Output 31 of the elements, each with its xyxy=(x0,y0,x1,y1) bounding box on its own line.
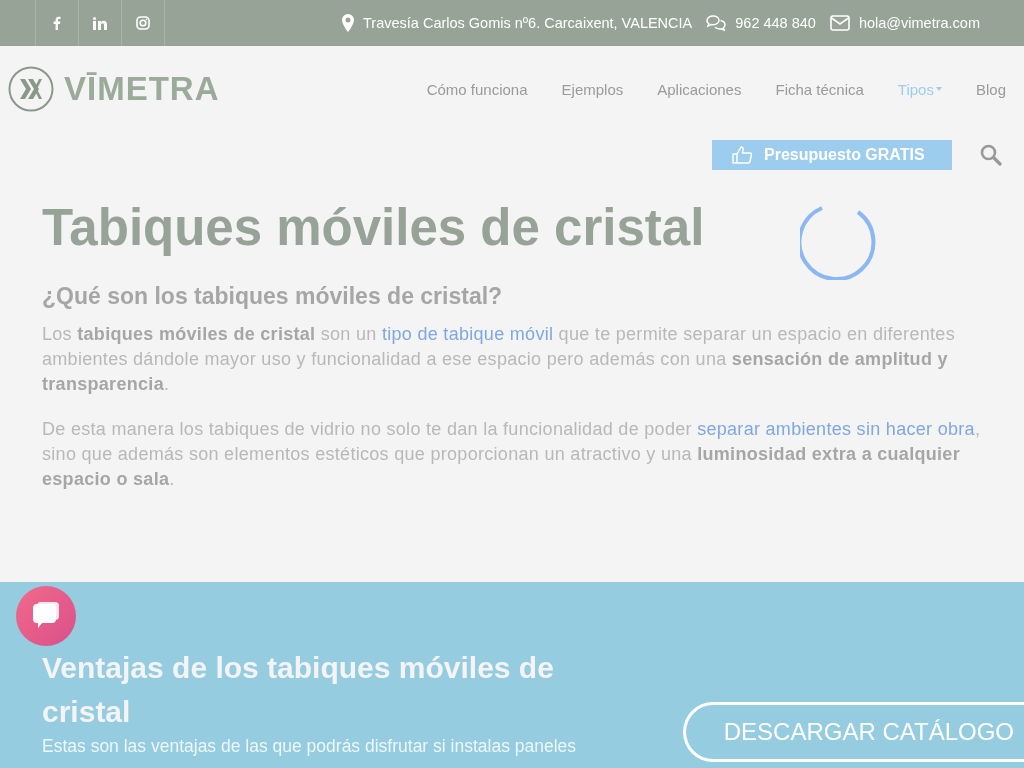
envelope-icon xyxy=(829,15,850,31)
logo-icon xyxy=(8,66,54,112)
page-title: Tabiques móviles de cristal xyxy=(42,198,705,257)
paragraph: De esta manera los tabiques de vidrio no solo te dan la funcionalidad de poder separar ambientes sin hacer obra, sino que además son elementos estéticos que proporcionan un atractivo y una luminosidad extra a cualquier espacio o sala. xyxy=(42,418,982,491)
nav-link[interactable]: Cómo funciona xyxy=(426,80,528,98)
nav-link[interactable]: Tipos xyxy=(897,80,942,98)
section-heading: Ventajas de los tabiques móviles de cristal xyxy=(42,650,555,730)
quote-button[interactable]: Presupuesto GRATIS xyxy=(712,140,952,170)
nav-link[interactable]: Ficha técnica xyxy=(775,80,864,98)
text-link[interactable]: tipo de tabique móvil xyxy=(381,324,554,344)
paragraph: Los tabiques móviles de cristal son un tipo de tabique móvil que te permite separar un espacio en diferentes ambientes dándole mayor uso y funcionalidad a ese espacio pero además con una sensación de amplitud y transparencia. xyxy=(42,323,956,396)
contact-text: 962 448 840 xyxy=(735,15,816,31)
contact-text: hola@vimetra.com xyxy=(858,15,980,31)
section-heading: ¿Qué son los tabiques móviles de cristal? xyxy=(42,283,504,310)
instagram-icon xyxy=(136,16,150,30)
nav-link[interactable]: Ejemplos xyxy=(561,80,624,98)
logo-text[interactable]: VĪMETRA xyxy=(64,70,220,108)
chat-bubbles-icon xyxy=(706,15,727,31)
contact-text: Travesía Carlos Gomis nº6. Carcaixent, VALENCIA xyxy=(363,15,693,31)
facebook-icon xyxy=(53,16,61,30)
caret-icon xyxy=(935,87,942,91)
location-pin-icon xyxy=(342,14,354,32)
linkedin-icon xyxy=(93,16,107,30)
paragraph: Estas son las ventajas de las que podrás disfrutar si instalas paneles xyxy=(42,736,578,757)
thumb-icon xyxy=(732,146,752,164)
download-catalog-button[interactable]: DESCARGAR CATÁLOGO xyxy=(682,702,1024,762)
chat-button[interactable] xyxy=(16,586,76,646)
search-icon[interactable] xyxy=(980,144,1002,166)
text-link[interactable]: separar ambientes sin hacer obra xyxy=(697,419,975,439)
nav-link[interactable]: Aplicaciones xyxy=(657,80,742,98)
nav-link[interactable]: Blog xyxy=(975,80,1006,98)
